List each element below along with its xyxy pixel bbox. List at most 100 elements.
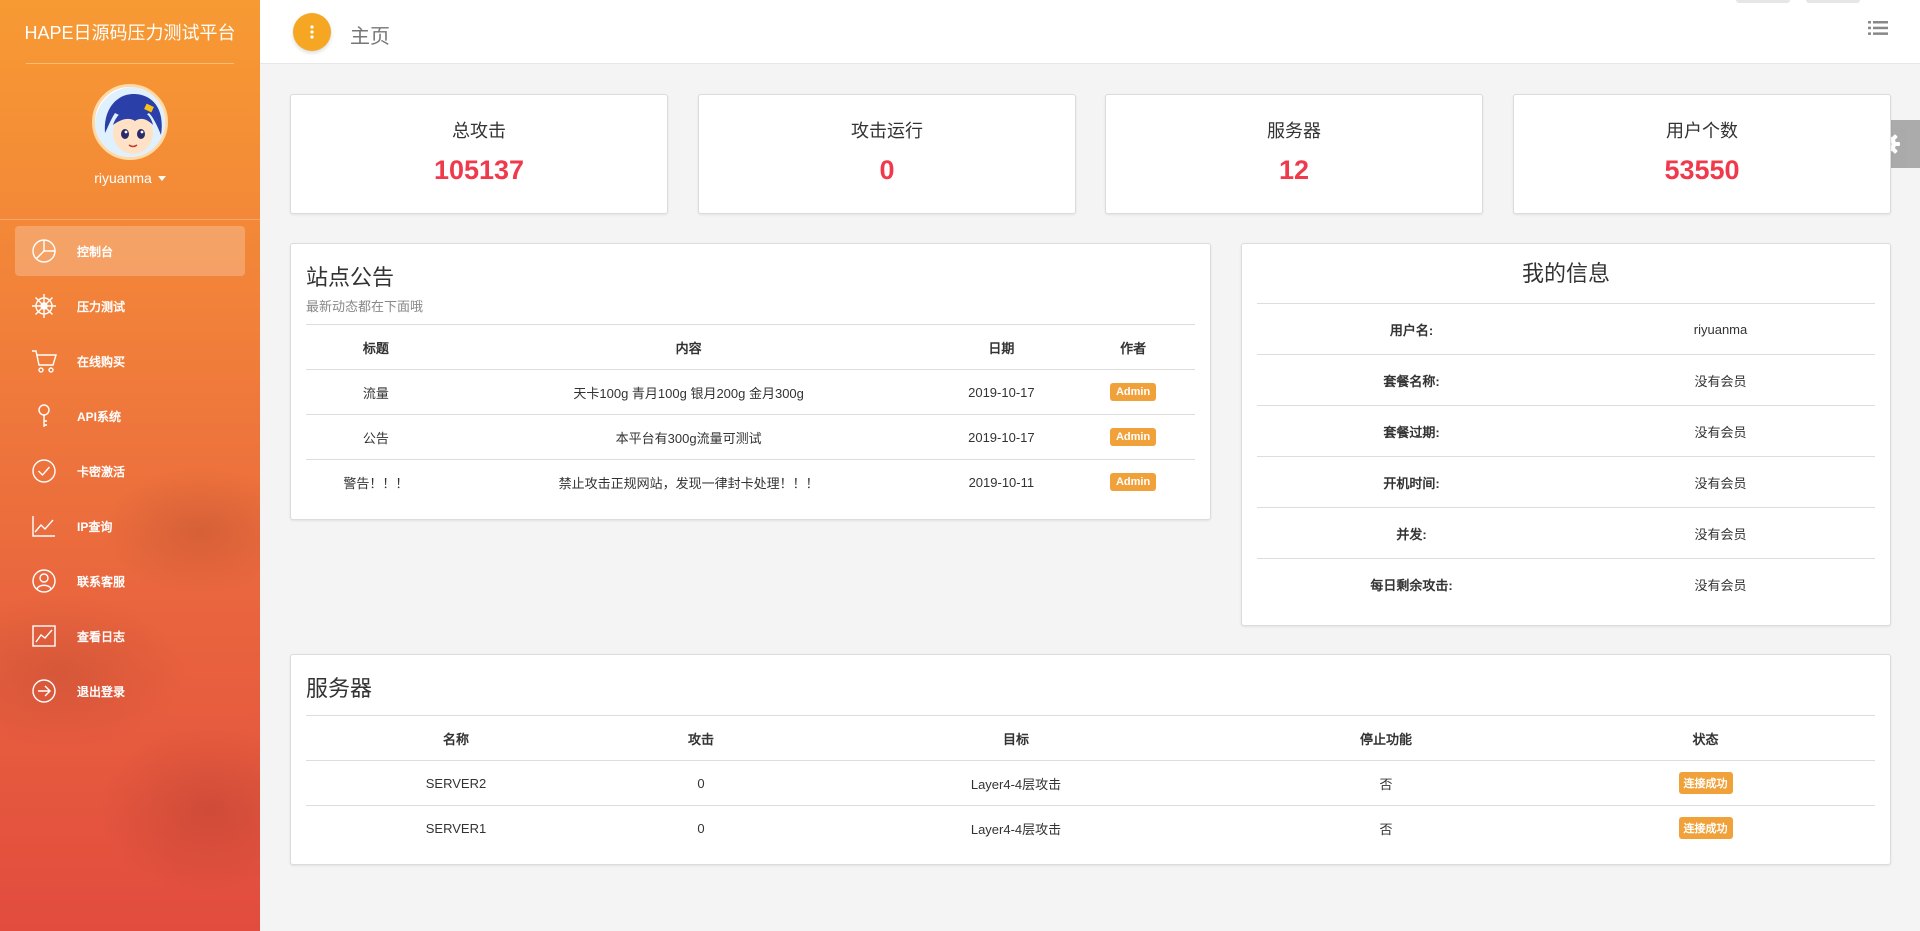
notice-author-cell: Admin bbox=[1071, 459, 1195, 505]
server-attack-cell: 0 bbox=[606, 760, 796, 806]
info-label: 套餐过期: bbox=[1383, 424, 1440, 440]
panel-title: 服务器 bbox=[306, 676, 373, 701]
notice-content-cell: 天卡100g 青月100g 银月200g 金月300g bbox=[445, 369, 932, 415]
stat-label: 总攻击 bbox=[452, 121, 506, 141]
stat-value: 12 bbox=[1278, 155, 1310, 185]
status-badge: 连接成功 bbox=[1678, 772, 1733, 794]
sidebar-nav: 控制台 压力测试 在线购买 API系统 卡密激活 IP查询 联系客服 查看日志 … bbox=[0, 226, 260, 716]
key-icon bbox=[31, 403, 57, 429]
column-header: 作者 bbox=[1120, 340, 1147, 356]
server-attack-cell: 0 bbox=[606, 805, 796, 851]
username-label: riyuanma bbox=[94, 170, 152, 186]
stat-label: 服务器 bbox=[1267, 121, 1321, 141]
notice-title-cell: 警告！！！ bbox=[306, 459, 446, 505]
sidebar-item-purchase[interactable]: 在线购买 bbox=[15, 336, 245, 386]
panel-title: 站点公告 bbox=[306, 265, 395, 290]
author-badge: Admin bbox=[1109, 383, 1157, 401]
page-title: 主页 bbox=[350, 26, 390, 48]
info-value: 没有会员 bbox=[1694, 526, 1747, 542]
caret-down-icon bbox=[157, 175, 166, 181]
avatar[interactable] bbox=[92, 84, 168, 160]
info-row: 用户名: riyuanma bbox=[1257, 304, 1875, 355]
column-header: 名称 bbox=[442, 731, 469, 747]
sidebar-item-label: IP查询 bbox=[77, 519, 113, 534]
column-header: 标题 bbox=[362, 340, 389, 356]
brand-title: HAPE日源码压力测试平台 bbox=[24, 0, 236, 64]
sidebar-item-label: 卡密激活 bbox=[77, 464, 126, 479]
top-tab-button[interactable] bbox=[1806, 0, 1860, 3]
sidebar-item-label: API系统 bbox=[77, 409, 122, 424]
line-chart-icon bbox=[31, 513, 57, 539]
server-status-cell: 连接成功 bbox=[1536, 760, 1875, 806]
sidebar-item-ip-lookup[interactable]: IP查询 bbox=[15, 501, 245, 551]
server-stop-cell: 否 bbox=[1236, 760, 1536, 806]
sidebar-item-card-activate[interactable]: 卡密激活 bbox=[15, 446, 245, 496]
server-target-cell: Layer4-4层攻击 bbox=[796, 760, 1236, 806]
panel-subtitle: 最新动态都在下面哦 bbox=[306, 299, 424, 314]
info-row: 开机时间: 没有会员 bbox=[1257, 457, 1875, 508]
table-row: SERVER2 0 Layer4-4层攻击 否 连接成功 bbox=[306, 760, 1875, 806]
notice-title-cell: 公告 bbox=[306, 414, 446, 460]
info-label: 用户名: bbox=[1389, 322, 1434, 338]
column-header: 内容 bbox=[675, 340, 702, 356]
stat-value: 0 bbox=[879, 155, 895, 185]
sidebar-item-label: 联系客服 bbox=[77, 574, 126, 589]
sidebar-item-label: 在线购买 bbox=[77, 354, 126, 369]
stat-card-servers: 服务器 12 bbox=[1105, 94, 1483, 214]
server-name-cell: SERVER1 bbox=[306, 805, 606, 851]
check-circle-icon bbox=[31, 458, 57, 484]
more-menu-button[interactable] bbox=[293, 13, 331, 51]
sidebar-item-support[interactable]: 联系客服 bbox=[15, 556, 245, 606]
column-header: 日期 bbox=[988, 340, 1015, 356]
info-value: 没有会员 bbox=[1694, 424, 1747, 440]
status-badge: 连接成功 bbox=[1678, 817, 1733, 840]
info-row: 套餐名称: 没有会员 bbox=[1257, 355, 1875, 406]
user-panel: riyuanma bbox=[0, 64, 260, 220]
sidebar-item-label: 查看日志 bbox=[77, 629, 126, 644]
author-badge: Admin bbox=[1109, 473, 1157, 492]
notice-date-cell: 2019-10-11 bbox=[931, 459, 1072, 505]
stat-card-total-attacks: 总攻击 105137 bbox=[290, 94, 668, 214]
sidebar-item-logs[interactable]: 查看日志 bbox=[15, 611, 245, 661]
servers-panel: 服务器 名称 攻击 目标 停止功能 状态 SERVER2 0 Layer4-4层… bbox=[290, 654, 1891, 865]
notice-title-cell: 流量 bbox=[306, 369, 446, 415]
stat-value: 53550 bbox=[1664, 155, 1740, 185]
top-header: 主页 bbox=[260, 0, 1920, 64]
sidebar-item-api[interactable]: API系统 bbox=[15, 391, 245, 441]
notice-author-cell: Admin bbox=[1071, 369, 1195, 415]
user-circle-icon bbox=[31, 568, 57, 594]
sidebar-item-dashboard[interactable]: 控制台 bbox=[15, 226, 245, 276]
notice-content-cell: 本平台有300g流量可测试 bbox=[445, 414, 932, 460]
table-row: 流量 天卡100g 青月100g 银月200g 金月300g 2019-10-1… bbox=[306, 369, 1195, 415]
server-target-cell: Layer4-4层攻击 bbox=[796, 805, 1236, 851]
info-label: 每日剩余攻击: bbox=[1370, 578, 1453, 593]
column-header: 攻击 bbox=[687, 731, 714, 747]
column-header: 停止功能 bbox=[1359, 731, 1412, 747]
pie-chart-icon bbox=[31, 238, 57, 264]
stat-label: 用户个数 bbox=[1666, 121, 1738, 141]
stat-label: 攻击运行 bbox=[851, 121, 923, 141]
table-row: 警告！！！ 禁止攻击正规网站，发现一律封卡处理！！！ 2019-10-11 Ad… bbox=[306, 459, 1195, 505]
sidebar-item-logout[interactable]: 退出登录 bbox=[15, 666, 245, 716]
sidebar-item-stress-test[interactable]: 压力测试 bbox=[15, 281, 245, 331]
column-header: 目标 bbox=[1002, 731, 1029, 747]
server-stop-cell: 否 bbox=[1236, 805, 1536, 851]
stat-card-users: 用户个数 53550 bbox=[1513, 94, 1891, 214]
panel-title: 我的信息 bbox=[1257, 244, 1875, 304]
column-header: 状态 bbox=[1692, 731, 1719, 747]
info-value: riyuanma bbox=[1693, 321, 1748, 337]
vertical-dots-icon bbox=[310, 25, 314, 39]
sidebar-item-label: 退出登录 bbox=[77, 684, 126, 699]
info-value: 没有会员 bbox=[1694, 578, 1747, 593]
info-label: 套餐名称: bbox=[1383, 373, 1440, 389]
top-tab-button[interactable] bbox=[1736, 0, 1790, 3]
info-row: 并发: 没有会员 bbox=[1257, 508, 1875, 559]
user-menu-toggle[interactable]: riyuanma bbox=[94, 170, 166, 186]
site-notice-panel: 站点公告 最新动态都在下面哦 标题 内容 日期 作者 流量 天卡100g 青月1… bbox=[290, 243, 1211, 520]
my-info-panel: 我的信息 用户名: riyuanma 套餐名称: 没有会员 套餐过期: 没有会员… bbox=[1241, 243, 1891, 626]
notice-content-cell: 禁止攻击正规网站，发现一律封卡处理！！！ bbox=[445, 459, 932, 505]
list-view-icon[interactable] bbox=[1868, 20, 1888, 41]
notice-author-cell: Admin bbox=[1071, 414, 1195, 460]
info-label: 并发: bbox=[1396, 526, 1427, 542]
table-row: 公告 本平台有300g流量可测试 2019-10-17 Admin bbox=[306, 414, 1195, 460]
